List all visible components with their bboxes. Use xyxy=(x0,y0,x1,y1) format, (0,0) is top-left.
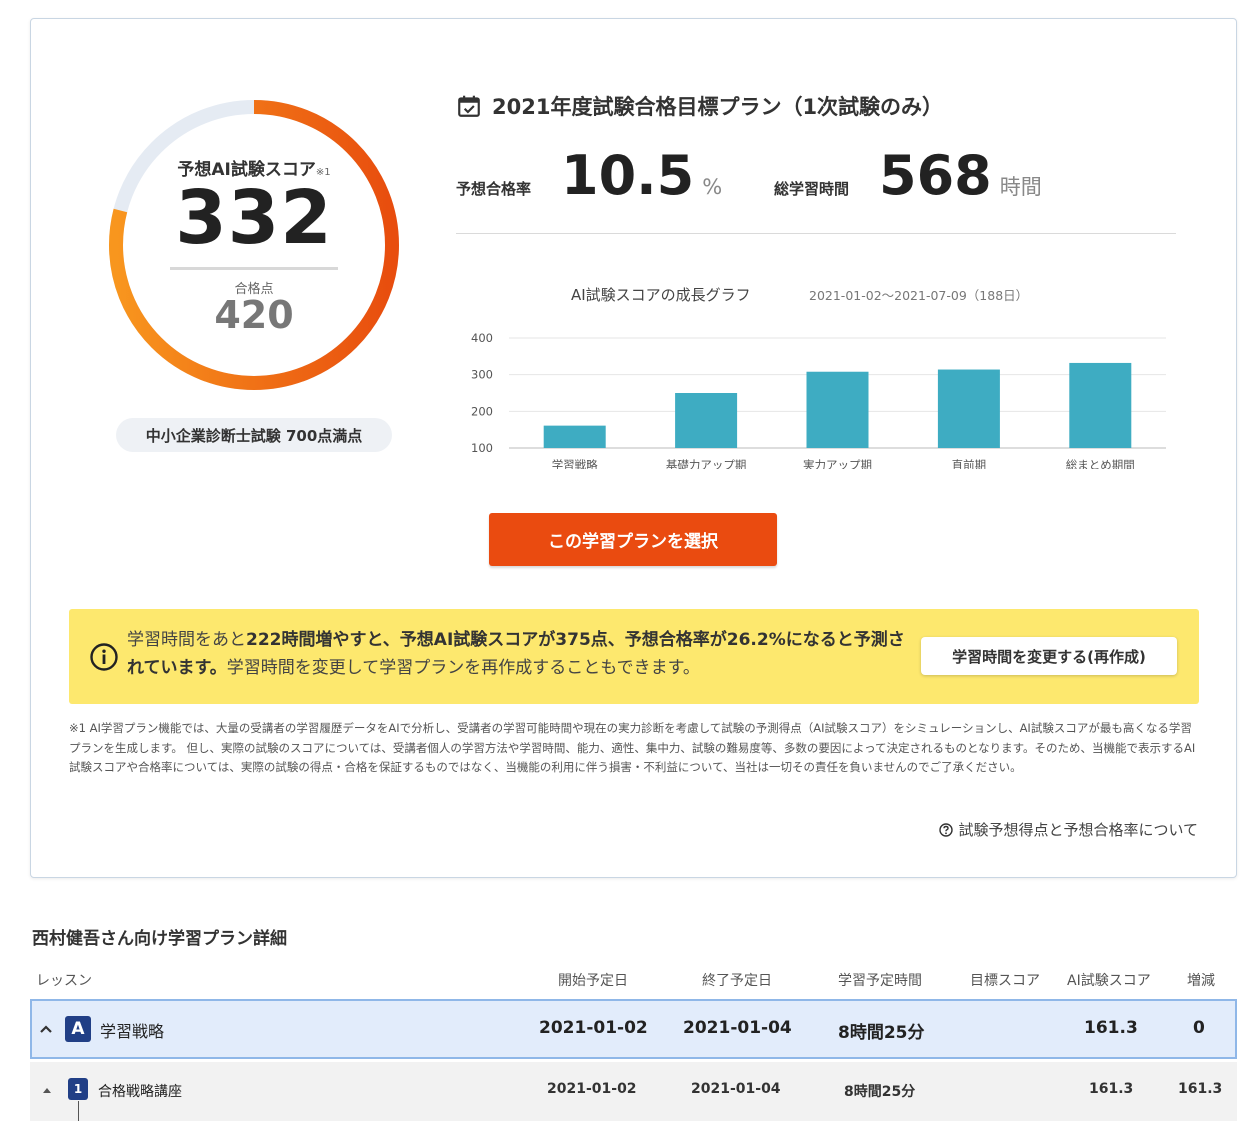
caret-up-icon[interactable] xyxy=(42,1086,52,1094)
change-study-time-button[interactable]: 学習時間を変更する(再作成) xyxy=(921,637,1177,675)
section-study-time: 8時間25分 xyxy=(838,1023,925,1043)
lesson-end-date: 2021-01-04 xyxy=(691,1081,781,1097)
question-icon xyxy=(939,822,954,837)
predicted-score: 332 xyxy=(175,175,333,261)
col-lesson: レッスン xyxy=(36,973,92,989)
table-header: レッスン 開始予定日 終了予定日 学習予定時間 目標スコア AI試験スコア 増減 xyxy=(30,970,1237,994)
tree-line xyxy=(78,1101,79,1121)
lesson-start-date: 2021-01-02 xyxy=(547,1081,637,1097)
y-tick-label: 400 xyxy=(471,331,493,345)
lesson-name[interactable]: 合格戦略講座 xyxy=(98,1081,182,1101)
x-tick-label: 総まとめ期間 xyxy=(1066,458,1135,469)
section-row[interactable]: A 学習戦略 2021-01-02 2021-01-04 8時間25分 161.… xyxy=(30,999,1237,1059)
x-tick-label: 学習戦略 xyxy=(552,458,598,469)
about-link-text: 試験予想得点と予想合格率について xyxy=(958,821,1198,839)
col-end-date: 終了予定日 xyxy=(702,973,772,989)
chart-subtitle: 2021-01-02〜2021-07-09（188日） xyxy=(809,288,1028,303)
study-time-notice: 学習時間をあと222時間増やすと、予想AI試験スコアが375点、予想合格率が26… xyxy=(69,609,1199,704)
gauge-divider xyxy=(170,267,338,270)
col-study-time: 学習予定時間 xyxy=(838,973,922,989)
divider xyxy=(456,233,1176,234)
disclaimer-text: ※1 AI学習プラン機能では、大量の受講者の学習履歴データをAIで分析し、受講者… xyxy=(69,721,1196,774)
col-ai-score: AI試験スコア xyxy=(1067,973,1151,989)
section-delta: 0 xyxy=(1193,1018,1205,1038)
lesson-study-time: 8時間25分 xyxy=(844,1084,916,1100)
x-tick-label: 実力アップ期 xyxy=(803,458,872,469)
plan-title-text: 2021年度試験合格目標プラン（1次試験のみ） xyxy=(492,95,944,119)
col-target-score: 目標スコア xyxy=(970,973,1040,989)
bar xyxy=(543,425,606,448)
section-end-date: 2021-01-04 xyxy=(683,1018,792,1038)
y-tick-label: 300 xyxy=(471,368,493,382)
lesson-ai-score: 161.3 xyxy=(1089,1081,1134,1097)
study-time-value: 568 xyxy=(879,144,992,207)
pass-rate-stat: 予想合格率 10.5 % xyxy=(456,144,722,207)
plan-detail-title: 西村健吾さん向け学習プラン詳細 xyxy=(32,929,287,949)
plan-summary-card: 予想AI試験スコア※1 332 合格点 420 中小企業診断士試験 700点満点… xyxy=(30,18,1237,878)
chart-title: AI試験スコアの成長グラフ xyxy=(571,286,751,304)
pass-score: 420 xyxy=(214,293,294,337)
info-icon xyxy=(90,643,118,671)
x-tick-label: 直前期 xyxy=(952,458,987,469)
study-time-label: 総学習時間 xyxy=(774,180,850,198)
lesson-row[interactable]: 1 合格戦略講座 2021-01-02 2021-01-04 8時間25分 16… xyxy=(30,1062,1237,1121)
lesson-delta: 161.3 xyxy=(1178,1081,1223,1097)
y-tick-label: 100 xyxy=(471,441,493,455)
exam-label: 中小企業診断士試験 700点満点 xyxy=(116,418,392,452)
score-gauge: 予想AI試験スコア※1 332 合格点 420 xyxy=(106,97,402,393)
notice-text: 学習時間をあと222時間増やすと、予想AI試験スコアが375点、予想合格率が26… xyxy=(127,630,905,678)
bar xyxy=(1069,362,1132,448)
score-growth-chart: AI試験スコアの成長グラフ 2021-01-02〜2021-07-09（188日）… xyxy=(471,286,1166,469)
calendar-check-icon xyxy=(458,95,480,117)
col-start-date: 開始予定日 xyxy=(558,973,628,989)
col-delta: 増減 xyxy=(1187,973,1215,989)
section-name: 学習戦略 xyxy=(100,1022,165,1041)
pass-rate-unit: % xyxy=(702,175,723,199)
pass-rate-label: 予想合格率 xyxy=(456,180,532,198)
section-badge: A xyxy=(65,1016,91,1042)
chevron-up-icon[interactable] xyxy=(39,1023,53,1035)
select-plan-button[interactable]: この学習プランを選択 xyxy=(489,513,777,566)
about-prediction-link[interactable]: 試験予想得点と予想合格率について xyxy=(939,819,1198,840)
bar xyxy=(675,393,738,448)
study-time-stat: 総学習時間 568 時間 xyxy=(774,144,1042,207)
y-tick-label: 200 xyxy=(471,404,493,418)
section-ai-score: 161.3 xyxy=(1084,1018,1138,1038)
section-start-date: 2021-01-02 xyxy=(539,1018,648,1038)
bar xyxy=(806,371,869,448)
pass-rate-value: 10.5 xyxy=(561,144,695,207)
bar xyxy=(937,369,1000,448)
study-time-unit: 時間 xyxy=(999,175,1042,199)
lesson-badge: 1 xyxy=(68,1078,88,1100)
x-tick-label: 基礎力アップ期 xyxy=(666,458,747,469)
plan-title: 2021年度試験合格目標プラン（1次試験のみ） xyxy=(456,91,943,121)
